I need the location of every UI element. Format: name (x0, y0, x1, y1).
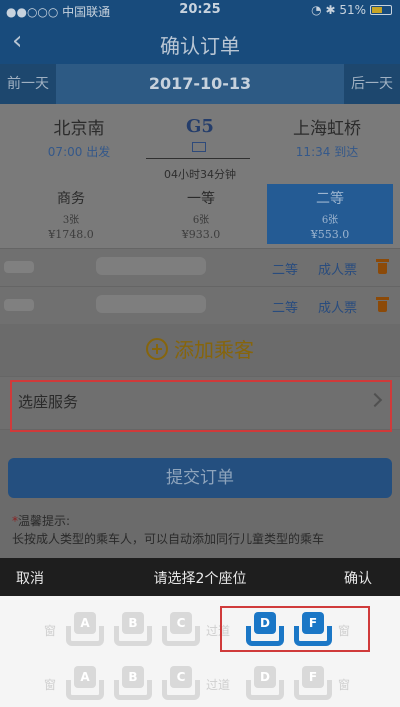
departure-time: 07:00 出发 (47, 145, 111, 159)
redacted-name (4, 299, 34, 311)
seat-B[interactable]: B (114, 612, 152, 646)
redacted-id (96, 295, 206, 313)
status-right: ◔ ✱ 51% (311, 3, 392, 17)
nav-bar: ‹ 确认订单 (0, 20, 400, 64)
seat-class-first[interactable]: 一等 6张 ¥933.0 (138, 184, 264, 244)
trash-icon[interactable] (376, 297, 389, 312)
arrival-station: 上海虹桥 11:34 到达 (262, 114, 392, 160)
passenger-row[interactable]: 二等 成人票 (0, 286, 400, 324)
status-indicators: ◔ ✱ 51% (311, 3, 366, 17)
redacted-id (96, 257, 206, 275)
status-bar: ●●○○○ 中国联通 20:25 ◔ ✱ 51% (0, 0, 400, 20)
battery-icon (370, 5, 392, 15)
seat-class-count: 6张 (192, 215, 210, 226)
travel-date: 2017-10-13 (148, 74, 252, 93)
picker-title: 请选择2个座位 (153, 571, 247, 587)
date-bar: 前一天 2017-10-13 后一天 (0, 64, 400, 104)
next-day-button[interactable]: 后一天 (344, 64, 400, 104)
add-passenger-row: 添加乘客 (0, 324, 400, 372)
plus-circle-icon (146, 337, 168, 360)
trip-duration: 04小时34分钟 (164, 168, 236, 181)
route-arrow (146, 158, 250, 159)
seat-class-price: ¥553.0 (310, 228, 350, 241)
seat-class-name: 商务 (57, 191, 85, 207)
arrival-time: 11:34 到达 (295, 145, 359, 159)
passenger-ticket-type[interactable]: 成人票 (318, 259, 357, 278)
seat-class-name: 一等 (187, 191, 215, 207)
tip-text: 长按成人类型的乘车人，可以自动添加同行儿童类型的乘车 (12, 532, 325, 546)
arrival-station-name: 上海虹桥 (293, 119, 361, 139)
highlight-box (220, 606, 370, 652)
seat-D[interactable]: D (246, 666, 284, 700)
trash-icon[interactable] (376, 259, 389, 274)
seat-row: 窗 A B C 过道 D F 窗 (0, 664, 400, 704)
departure-station-name: 北京南 (53, 119, 105, 139)
redacted-name (4, 261, 34, 273)
seat-A[interactable]: A (66, 612, 104, 646)
seat-C[interactable]: C (162, 666, 200, 700)
window-label: 窗 (338, 678, 351, 692)
add-passenger-label: 添加乘客 (174, 338, 254, 362)
seat-class-price: ¥1748.0 (48, 228, 94, 241)
seat-class-business[interactable]: 商务 3张 ¥1748.0 (8, 184, 134, 244)
aisle-label: 过道 (206, 678, 231, 692)
window-label: 窗 (44, 624, 57, 638)
highlight-box (10, 380, 392, 432)
seat-F[interactable]: F (294, 666, 332, 700)
seat-class-count: 6张 (321, 215, 339, 226)
seat-B[interactable]: B (114, 666, 152, 700)
seat-class-name: 二等 (316, 191, 344, 207)
seat-class-second[interactable]: 二等 6张 ¥553.0 (267, 184, 393, 244)
train-info-card: 北京南 07:00 出发 G5 04小时34分钟 上海虹桥 11:34 到达 商… (0, 104, 400, 248)
page-title: 确认订单 (160, 34, 240, 58)
seat-C[interactable]: C (162, 612, 200, 646)
tip-title: *温馨提示: (12, 512, 70, 529)
passenger-seat-class: 二等 (272, 263, 299, 278)
tip-title-text: 温馨提示: (18, 514, 71, 528)
passenger-seat-class: 二等 (272, 301, 299, 316)
passenger-row[interactable]: 二等 成人票 (0, 248, 400, 286)
seat-class-count: 3张 (62, 215, 80, 226)
seat-picker-toolbar: 取消 请选择2个座位 确认 (0, 558, 400, 596)
departure-station: 北京南 07:00 出发 (14, 114, 144, 160)
train-number[interactable]: G5 (150, 116, 250, 137)
confirm-button[interactable]: 确认 (344, 568, 372, 588)
seat-A[interactable]: A (66, 666, 104, 700)
seat-class-price: ¥933.0 (181, 228, 221, 241)
window-label: 窗 (44, 678, 57, 692)
add-passenger-button[interactable]: 添加乘客 (146, 334, 254, 363)
submit-order-button[interactable]: 提交订单 (8, 458, 392, 498)
timetable-icon[interactable] (192, 142, 206, 152)
passenger-ticket-type[interactable]: 成人票 (318, 297, 357, 316)
